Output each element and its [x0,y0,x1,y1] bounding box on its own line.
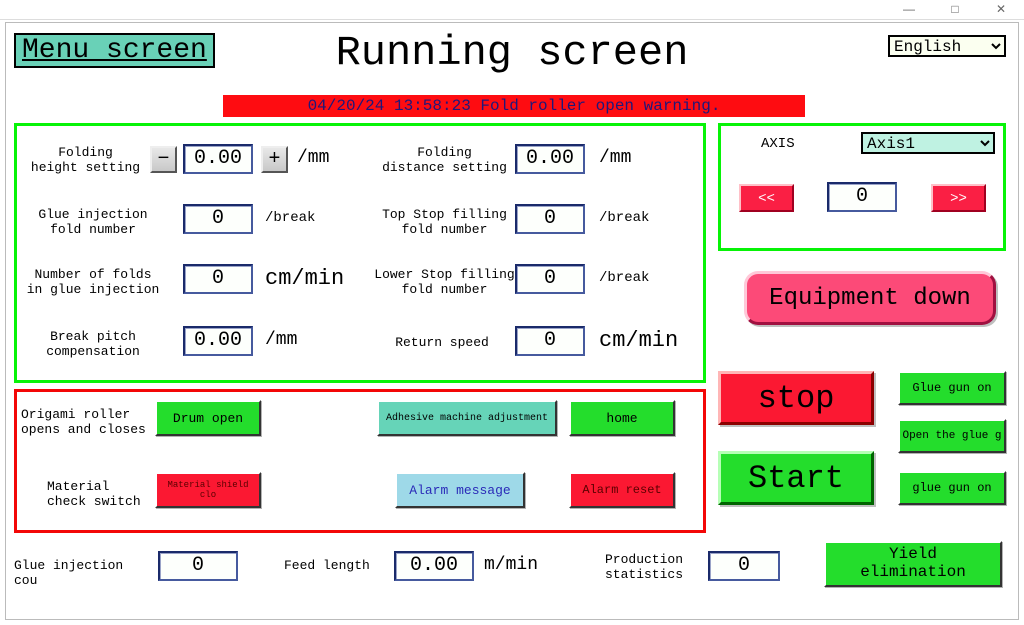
controls-panel: Origami roller opens and closes Drum ope… [14,389,706,533]
return-speed-value[interactable]: 0 [515,326,585,356]
top-stop-value[interactable]: 0 [515,204,585,234]
glue-fold-number-value[interactable]: 0 [183,204,253,234]
page-title: Running screen [6,29,1018,77]
stop-button[interactable]: stop [718,371,874,425]
drum-open-button[interactable]: Drum open [155,400,261,436]
window-maximize-button[interactable]: □ [932,0,978,19]
return-speed-label: Return speed [377,336,507,351]
glue-injection-count-value[interactable]: 0 [158,551,238,581]
alarm-reset-button[interactable]: Alarm reset [569,472,675,508]
top-stop-unit: /break [599,210,649,226]
glue-gun-on-button-2[interactable]: glue gun on [898,471,1006,505]
hmi-screen: Menu screen Running screen English 04/20… [5,22,1019,620]
home-button[interactable]: home [569,400,675,436]
axis-label: AXIS [761,136,795,152]
material-shield-button[interactable]: Material shield clo [155,472,261,508]
axis-prev-button[interactable]: << [739,184,794,212]
folding-height-unit: /mm [297,148,329,168]
production-statistics-value[interactable]: 0 [708,551,780,581]
folding-distance-value[interactable]: 0.00 [515,144,585,174]
yield-elimination-button[interactable]: Yield elimination [824,541,1002,587]
axis-panel: AXIS Axis1 << 0 >> [718,123,1006,251]
break-pitch-label: Break pitch compensation [23,330,163,360]
alarm-banner: 04/20/24 13:58:23 Fold roller open warni… [223,95,805,117]
axis-value[interactable]: 0 [827,182,897,212]
alarm-message-button[interactable]: Alarm message [395,472,525,508]
feed-length-label: Feed length [284,559,384,574]
num-folds-unit: cm/min [265,266,344,291]
break-pitch-value[interactable]: 0.00 [183,326,253,356]
folding-height-plus-button[interactable]: + [261,146,288,173]
settings-panel: Folding height setting − 0.00 + /mm Fold… [14,123,706,383]
language-select[interactable]: English [888,35,1006,57]
glue-gun-on-button[interactable]: Glue gun on [898,371,1006,405]
break-pitch-unit: /mm [265,330,297,350]
window-close-button[interactable]: ✕ [978,0,1024,19]
open-glue-gun-button[interactable]: Open the glue g [898,419,1006,453]
adhesive-adjustment-button[interactable]: Adhesive machine adjustment [377,400,557,436]
axis-next-button[interactable]: >> [931,184,986,212]
folding-height-minus-button[interactable]: − [150,146,177,173]
lower-stop-label: Lower Stop filling fold number [372,268,517,298]
feed-length-value[interactable]: 0.00 [394,551,474,581]
num-folds-value[interactable]: 0 [183,264,253,294]
axis-select[interactable]: Axis1 [861,132,995,154]
top-stop-label: Top Stop filling fold number [377,208,512,238]
feed-length-unit: m/min [484,555,538,575]
folding-distance-label: Folding distance setting [377,146,512,176]
window-title-bar: — □ ✕ [0,0,1024,20]
lower-stop-value[interactable]: 0 [515,264,585,294]
folding-height-value[interactable]: 0.00 [183,144,253,174]
glue-fold-number-label: Glue injection fold number [23,208,163,238]
num-folds-label: Number of folds in glue injection [17,268,169,298]
folding-distance-unit: /mm [599,148,631,168]
origami-roller-label: Origami roller opens and closes [21,408,151,438]
production-statistics-label: Production statistics [594,553,694,583]
glue-injection-count-label: Glue injection cou [14,559,154,589]
glue-fold-number-unit: /break [265,210,315,226]
material-check-label: Material check switch [47,480,147,510]
return-speed-unit: cm/min [599,328,678,353]
equipment-down-button[interactable]: Equipment down [744,271,996,325]
folding-height-label: Folding height setting [23,146,148,176]
start-button[interactable]: Start [718,451,874,505]
window-minimize-button[interactable]: — [886,0,932,19]
lower-stop-unit: /break [599,270,649,286]
